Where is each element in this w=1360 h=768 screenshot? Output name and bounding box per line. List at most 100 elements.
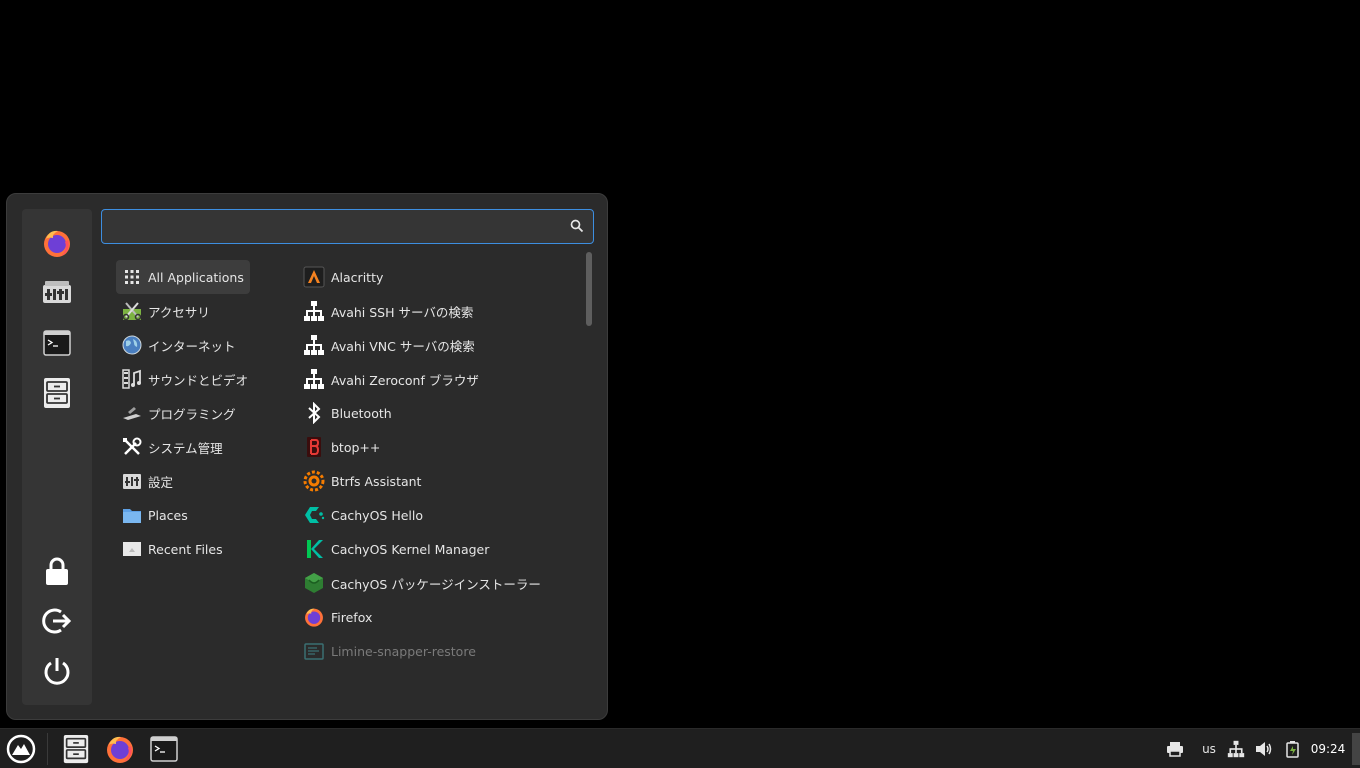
tools-icon [122,437,142,457]
tray-battery[interactable] [1282,733,1304,765]
category-label: インターネット [148,338,236,354]
app-avahi-vnc[interactable]: Avahi VNC サーバの検索 [303,328,573,362]
application-menu: All Applications アクセサリ インターネット サウンドとビデオ … [6,193,608,720]
app-label: Firefox [331,609,373,625]
app-label: CachyOS Hello [331,507,424,523]
firefox-icon [107,736,133,763]
search-icon[interactable] [570,219,584,233]
app-cachyos-hello[interactable]: CachyOS Hello [303,498,573,532]
panel-separator [47,733,48,765]
search-box [101,209,594,244]
category-label: Places [148,507,188,523]
app-label: Avahi Zeroconf ブラウザ [331,372,479,388]
kernel-manager-icon [303,538,325,560]
app-label: Avahi SSH サーバの検索 [331,304,474,320]
terminal-icon [150,736,178,762]
category-places[interactable]: Places [116,498,250,532]
alacritty-icon [303,266,325,288]
category-label: プログラミング [148,406,236,422]
btrfs-icon [303,470,325,492]
application-list: Alacritty Avahi SSH サーバの検索 Avahi VNC サーバ… [303,260,573,668]
category-programming[interactable]: プログラミング [116,396,250,430]
category-settings[interactable]: 設定 [116,464,250,498]
lock-screen-button[interactable] [39,553,75,589]
taskbar: us 09:24 [0,728,1360,768]
app-avahi-ssh[interactable]: Avahi SSH サーバの検索 [303,294,573,328]
tray-printer[interactable] [1164,733,1186,765]
settings-icon [122,471,142,491]
tray-network[interactable] [1225,733,1247,765]
logout-button[interactable] [39,603,75,639]
app-bluetooth[interactable]: Bluetooth [303,396,573,430]
search-input[interactable] [110,214,554,241]
app-cachyos-kernel-manager[interactable]: CachyOS Kernel Manager [303,532,573,566]
network-icon [1227,740,1245,758]
file-manager-icon [63,734,89,764]
volume-icon [1256,742,1272,756]
show-desktop-button[interactable] [1352,733,1360,765]
network-icon [303,368,325,390]
settings-app-icon [43,281,71,303]
app-label: Limine-snapper-restore [331,643,476,659]
taskbar-file-manager[interactable] [60,733,92,765]
printer-icon [1167,742,1183,757]
lock-icon [46,557,68,585]
category-label: サウンドとビデオ [148,372,249,388]
app-alacritty[interactable]: Alacritty [303,260,573,294]
category-label: All Applications [148,269,244,285]
category-recent-files[interactable]: Recent Files [116,532,250,566]
cachyos-hello-icon [303,504,325,526]
category-label: 設定 [148,474,174,490]
clock[interactable]: 09:24 [1309,733,1347,765]
package-installer-icon [303,572,325,594]
taskbar-firefox[interactable] [103,733,137,765]
recent-icon [122,539,142,559]
programming-icon [122,403,142,423]
category-system[interactable]: システム管理 [116,430,250,464]
app-avahi-zeroconf[interactable]: Avahi Zeroconf ブラウザ [303,362,573,396]
app-label: Btrfs Assistant [331,473,422,489]
folder-icon [122,505,142,525]
menu-button[interactable] [4,733,38,765]
category-internet[interactable]: インターネット [116,328,250,362]
app-limine-snapper-restore[interactable]: Limine-snapper-restore [303,634,573,668]
tray-volume[interactable] [1253,733,1275,765]
app-firefox[interactable]: Firefox [303,600,573,634]
favorite-terminal[interactable] [39,325,75,361]
firefox-icon [44,230,70,257]
shutdown-button[interactable] [39,653,75,689]
power-icon [44,658,70,685]
file-manager-icon [44,378,70,408]
category-sound-video[interactable]: サウンドとビデオ [116,362,250,396]
favorite-file-manager[interactable] [39,375,75,411]
bluetooth-icon [303,402,325,424]
category-accessories[interactable]: アクセサリ [116,294,250,328]
cachyos-logo-icon [6,734,36,764]
network-icon [303,300,325,322]
app-label: Bluetooth [331,405,392,421]
favorite-firefox[interactable] [39,225,75,261]
category-all-applications[interactable]: All Applications [116,260,250,294]
app-btrfs-assistant[interactable]: Btrfs Assistant [303,464,573,498]
globe-icon [122,335,142,355]
app-label: CachyOS Kernel Manager [331,541,490,557]
taskbar-terminal[interactable] [148,733,180,765]
app-btop[interactable]: btop++ [303,430,573,464]
firefox-icon [303,606,325,628]
app-label: Alacritty [331,269,384,285]
app-label: Avahi VNC サーバの検索 [331,338,475,354]
grid-icon [122,267,142,287]
favorite-settings[interactable] [39,275,75,311]
keyboard-layout[interactable]: us [1198,733,1220,765]
app-list-scrollbar[interactable] [586,250,592,700]
terminal-icon [43,330,71,356]
logout-icon [42,608,72,634]
category-list: All Applications アクセサリ インターネット サウンドとビデオ … [116,260,266,566]
favorites-sidebar [22,209,92,705]
limine-icon [303,640,325,662]
btop-icon [303,436,325,458]
app-cachyos-package-installer[interactable]: CachyOS パッケージインストーラー [303,566,573,600]
app-label: btop++ [331,439,381,455]
scrollbar-thumb[interactable] [586,252,592,326]
category-label: Recent Files [148,541,223,557]
